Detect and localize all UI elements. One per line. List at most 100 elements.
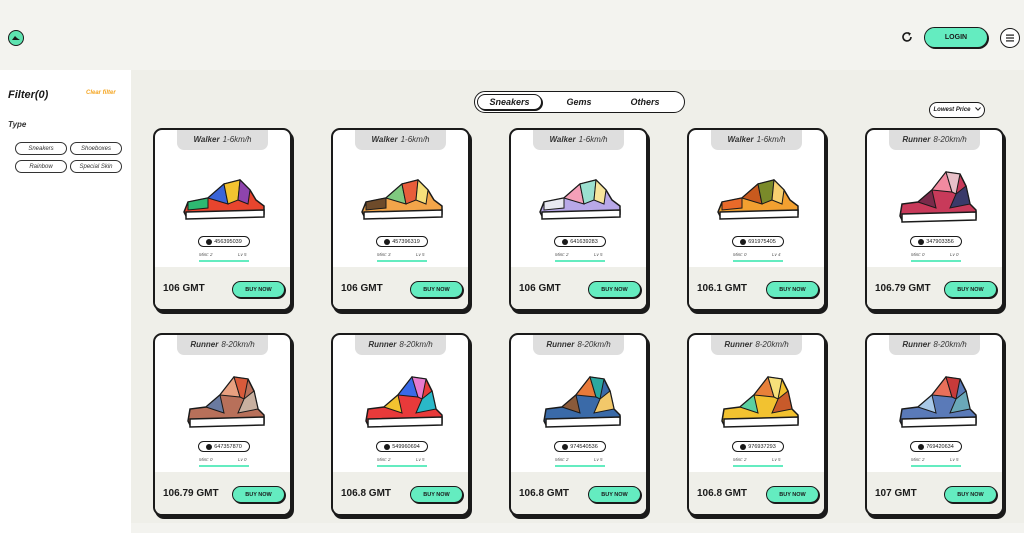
buy-now-button[interactable]: BUY NOW [588, 486, 641, 503]
card-type-tag: Runner 8-20km/h [177, 335, 268, 355]
card-progress-bar [733, 260, 783, 262]
sneaker-image [890, 164, 980, 230]
id-icon [918, 238, 925, 245]
card-speed: 8-20km/h [755, 339, 789, 349]
card-type: Walker [371, 134, 398, 144]
app: LOGIN Filter(0) Clear filter Type Sneake… [0, 0, 1024, 533]
card-progress-bar [199, 260, 249, 262]
sneaker-card[interactable]: Runner 8-20km/h 647357870 Mint: 0 Lv 0 1… [153, 333, 292, 516]
sneaker-card[interactable]: Runner 8-20km/h 549960694 Mint: 2 Lv 5 1… [331, 333, 470, 516]
sneaker-image [178, 164, 268, 230]
buy-now-button[interactable]: BUY NOW [410, 486, 463, 503]
sneaker-card[interactable]: Runner 8-20km/h 974540536 Mint: 2 Lv 5 1… [509, 333, 648, 516]
card-id-badge: 647357870 [198, 441, 250, 452]
chevron-down-icon [974, 107, 981, 113]
card-price: 106.8 GMT [519, 488, 570, 499]
card-mint: Mint: 2 [555, 457, 569, 462]
sneaker-card[interactable]: Walker 1-6km/h 691975405 Mint: 0 Lv 4 10… [687, 128, 826, 311]
sneaker-card[interactable]: Runner 8-20km/h 347903356 Mint: 0 Lv 0 1… [865, 128, 1004, 311]
buy-now-button[interactable]: BUY NOW [232, 486, 285, 503]
sort-dropdown[interactable]: Lowest Price [929, 102, 985, 118]
card-mint: Mint: 2 [377, 457, 391, 462]
card-speed: 8-20km/h [933, 134, 967, 144]
filter-sidebar: Filter(0) Clear filter Type Sneakers Sho… [0, 70, 131, 533]
id-icon [206, 238, 213, 245]
card-id-badge: 457396319 [376, 236, 428, 247]
sneaker-card[interactable]: Walker 1-6km/h 456395039 Mint: 2 Lv 5 10… [153, 128, 292, 311]
card-id-badge: 456395039 [198, 236, 250, 247]
login-button[interactable]: LOGIN [924, 27, 988, 48]
filter-chip-shoeboxes[interactable]: Shoeboxes [70, 142, 122, 155]
card-id: 549960694 [392, 443, 420, 450]
buy-now-button[interactable]: BUY NOW [944, 486, 997, 503]
card-mint: Mint: 3 [377, 252, 391, 257]
card-id: 457396319 [392, 238, 420, 245]
sneaker-image [890, 369, 980, 435]
card-footer: 106.79 GMT BUY NOW [867, 267, 1002, 309]
card-mint: Mint: 0 [199, 457, 213, 462]
id-icon [562, 443, 569, 450]
card-level: Lv 5 [594, 457, 603, 462]
sneaker-card[interactable]: Runner 8-20km/h 976937293 Mint: 2 Lv 5 1… [687, 333, 826, 516]
buy-now-button[interactable]: BUY NOW [588, 281, 641, 298]
sneaker-image [356, 164, 446, 230]
card-footer: 106.8 GMT BUY NOW [511, 472, 646, 514]
id-icon [206, 443, 213, 450]
header: LOGIN [0, 0, 1024, 70]
card-price: 106 GMT [519, 283, 561, 294]
card-type: Runner [546, 339, 575, 349]
card-progress-bar [199, 465, 249, 467]
buy-now-button[interactable]: BUY NOW [766, 281, 819, 298]
filter-chip-special-skin[interactable]: Special Skin [70, 160, 122, 173]
card-mint: Mint: 2 [733, 457, 747, 462]
card-price: 106 GMT [341, 283, 383, 294]
card-type: Runner [902, 134, 931, 144]
card-id: 769420634 [926, 443, 954, 450]
card-id: 691975405 [748, 238, 776, 245]
buy-now-button[interactable]: BUY NOW [232, 281, 285, 298]
sneaker-image [712, 369, 802, 435]
card-id: 974540536 [570, 443, 598, 450]
tab-others[interactable]: Others [615, 94, 675, 110]
card-id: 641639283 [570, 238, 598, 245]
card-price: 106.1 GMT [697, 283, 748, 294]
sneaker-card[interactable]: Runner 8-20km/h 769420634 Mint: 2 Lv 5 1… [865, 333, 1004, 516]
card-type-tag: Runner 8-20km/h [889, 335, 980, 355]
card-footer: 106.8 GMT BUY NOW [333, 472, 468, 514]
tab-gems[interactable]: Gems [549, 94, 609, 110]
filter-chip-sneakers[interactable]: Sneakers [15, 142, 67, 155]
card-id-badge: 976937293 [732, 441, 784, 452]
card-footer: 106 GMT BUY NOW [333, 267, 468, 309]
card-progress-bar [911, 260, 961, 262]
sneaker-image [178, 369, 268, 435]
filter-chip-rainbow[interactable]: Rainbow [15, 160, 67, 173]
clear-filter-link[interactable]: Clear filter [86, 90, 116, 96]
card-level: Lv 5 [416, 457, 425, 462]
card-type-tag: Walker 1-6km/h [711, 130, 802, 150]
id-icon [918, 443, 925, 450]
card-id: 347903356 [926, 238, 954, 245]
refresh-icon[interactable] [900, 30, 914, 44]
card-speed: 8-20km/h [399, 339, 433, 349]
card-type: Runner [902, 339, 931, 349]
buy-now-button[interactable]: BUY NOW [944, 281, 997, 298]
card-progress-bar [377, 465, 427, 467]
card-type-tag: Runner 8-20km/h [533, 335, 624, 355]
card-type-tag: Walker 1-6km/h [355, 130, 446, 150]
card-level: Lv 0 [950, 252, 959, 257]
stepn-logo-icon[interactable] [8, 30, 24, 46]
card-footer: 107 GMT BUY NOW [867, 472, 1002, 514]
menu-icon[interactable] [1000, 28, 1020, 48]
sneaker-card[interactable]: Walker 1-6km/h 457396319 Mint: 3 Lv 5 10… [331, 128, 470, 311]
sneaker-card[interactable]: Walker 1-6km/h 641639283 Mint: 2 Lv 5 10… [509, 128, 648, 311]
card-price: 106.8 GMT [341, 488, 392, 499]
card-type: Walker [193, 134, 220, 144]
card-id-badge: 769420634 [910, 441, 962, 452]
card-level: Lv 5 [950, 457, 959, 462]
card-id: 456395039 [214, 238, 242, 245]
buy-now-button[interactable]: BUY NOW [410, 281, 463, 298]
tab-sneakers[interactable]: Sneakers [477, 94, 542, 110]
buy-now-button[interactable]: BUY NOW [766, 486, 819, 503]
card-level: Lv 5 [594, 252, 603, 257]
card-mint: Mint: 2 [199, 252, 213, 257]
